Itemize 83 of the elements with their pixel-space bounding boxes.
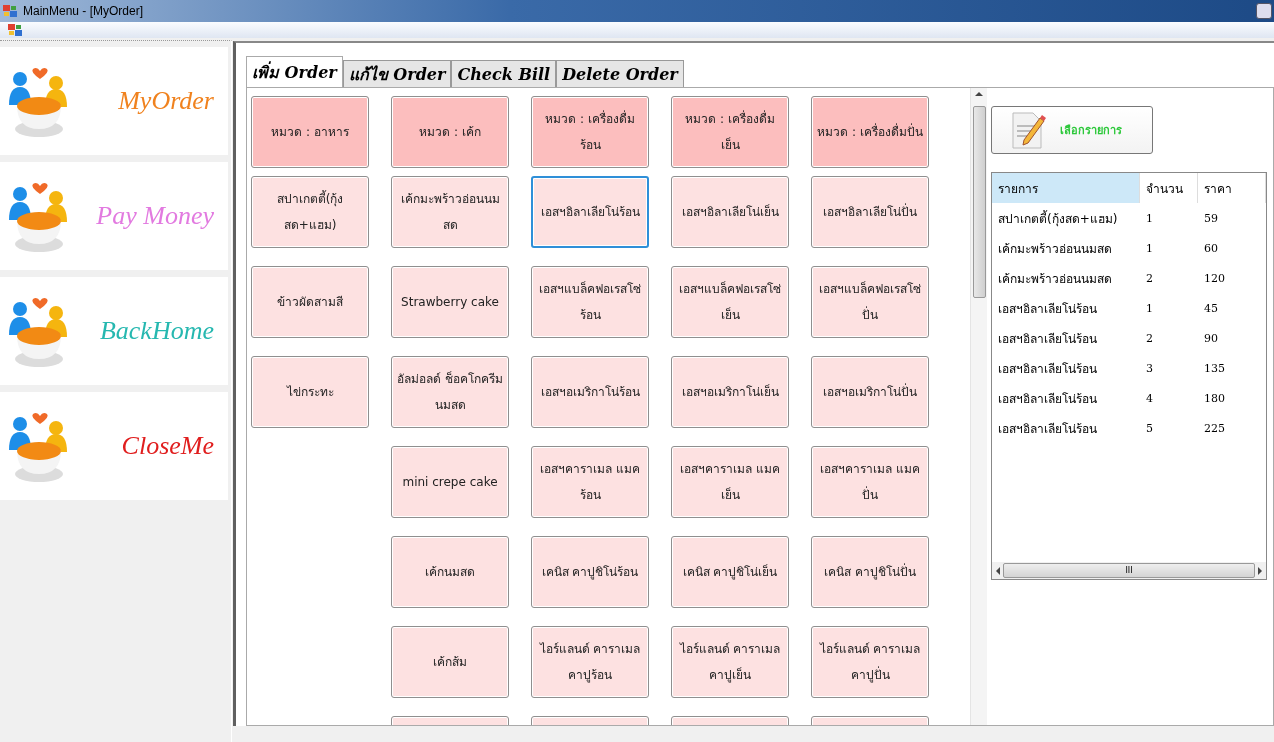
menu-item-button[interactable]: สปาเกตตี้(กุ้งสด+แฮม): [251, 176, 369, 248]
menu-item-button[interactable]: ไอร์แลนด์ คาราเมลคาปูเย็น: [671, 626, 789, 698]
menu-item-button[interactable]: เอสฯอิลาเลียโน่ร้อน: [531, 176, 649, 248]
menu-item-button[interactable]: เอสฯอเมริกาโน่เย็น: [671, 356, 789, 428]
menu-item-button[interactable]: เคนิส คาปูชิโน่เย็น: [671, 536, 789, 608]
tab[interactable]: เพิ่ม Order: [246, 56, 343, 87]
list-cell-text: 4: [1145, 391, 1154, 405]
menu-item-button[interactable]: เอสฯอิลาเลียโน่เย็น: [671, 176, 789, 248]
list-row[interactable]: เอสฯอิลาเลียโน่ร้อน 1 45: [992, 293, 1266, 323]
category-button[interactable]: หมวด : เค้ก: [391, 96, 509, 168]
scrollbar[interactable]: [970, 88, 987, 725]
menu-item-button[interactable]: ข้าวผัดสามสี: [251, 266, 369, 338]
list-cell-text: 180: [1203, 391, 1225, 405]
list-row[interactable]: เอสฯอิลาเลียโน่ร้อน 2 90: [992, 323, 1266, 353]
menu-item-button[interactable]: เคนิส คาปูชิโน่ร้อน: [531, 536, 649, 608]
list-cell-text: 120: [1203, 271, 1225, 285]
list-row[interactable]: เค้กมะพร้าวอ่อนนมสด 2 120: [992, 263, 1266, 293]
document-pencil-icon: [1010, 110, 1046, 150]
window-title: MainMenu - [MyOrder]: [23, 4, 144, 18]
nav-button[interactable]: CloseMe: [0, 392, 228, 500]
category-button[interactable]: หมวด : เครื่องดื่มร้อน: [531, 96, 649, 168]
menu-item-button[interactable]: ไอร์แลนด์ คาราเมลคาปูร้อน: [531, 626, 649, 698]
menu-item-button[interactable]: เค้กส้ม: [391, 626, 509, 698]
list-cell-text: 5: [1145, 421, 1154, 435]
category-button[interactable]: หมวด : เครื่องดื่มปั่น: [811, 96, 929, 168]
list-cell-text: เอสฯอิลาเลียโน่ร้อน: [997, 330, 1098, 348]
list-cell-text: 1: [1145, 301, 1154, 315]
list-cell-text: 59: [1203, 211, 1218, 225]
menu-item-button[interactable]: เอสฯอเมริกาโน่ร้อน: [531, 356, 649, 428]
list-row[interactable]: สปาเกตตี้(กุ้งสด+แฮม) 1 59: [992, 203, 1266, 233]
window-icon[interactable]: [8, 24, 22, 36]
list-cell-text: 2: [1145, 331, 1154, 345]
list-cell-text: 1: [1145, 211, 1154, 225]
list-row[interactable]: เอสฯอิลาเลียโน่ร้อน 5 225: [992, 413, 1266, 443]
list-cell-text: 225: [1203, 421, 1225, 435]
menu-item-button[interactable]: เอสฯอเมริกาโน่ปั่น: [811, 356, 929, 428]
column-header[interactable]: ราคา: [1198, 173, 1266, 203]
tab[interactable]: แก้ไข Order: [342, 60, 452, 87]
menu-item-button[interactable]: mini crepe cake: [391, 446, 509, 518]
list-cell-text: 1: [1145, 241, 1154, 255]
menu-item-button[interactable]: ไข่กระทะ: [251, 356, 369, 428]
column-header[interactable]: รายการ: [992, 173, 1140, 203]
menu-item-button[interactable]: เอสฯคาราเมล แมคร้อน: [531, 446, 649, 518]
list-cell-text: เอสฯอิลาเลียโน่ร้อน: [997, 420, 1098, 438]
menu-item-button[interactable]: เอสฯคาราเมล แมคปั่น: [811, 446, 929, 518]
menu-item-button[interactable]: เค้กมะพร้าวอ่อนนมสด: [391, 176, 509, 248]
category-button[interactable]: หมวด : อาหาร: [251, 96, 369, 168]
list-cell-text: เค้กมะพร้าวอ่อนนมสด: [997, 240, 1113, 258]
list-row[interactable]: เค้กมะพร้าวอ่อนนมสด 1 60: [992, 233, 1266, 263]
tab[interactable]: Delete Order: [556, 60, 684, 87]
menu-item-button[interactable]: Strawberry cake: [391, 266, 509, 338]
scroll-thumb[interactable]: III: [1003, 563, 1255, 578]
list-cell-text: 45: [1203, 301, 1218, 315]
scroll-thumb[interactable]: [973, 106, 986, 298]
list-cell-text: 90: [1203, 331, 1218, 345]
category-button[interactable]: หมวด : เครื่องดื่มเย็น: [671, 96, 789, 168]
list-cell-text: เอสฯอิลาเลียโน่ร้อน: [997, 360, 1098, 378]
column-header[interactable]: จำนวน: [1140, 173, 1198, 203]
scroll-right-icon[interactable]: [1258, 566, 1262, 575]
list-row[interactable]: เอสฯอิลาเลียโน่ร้อน 4 180: [992, 383, 1266, 413]
list-cell-text: 135: [1203, 361, 1225, 375]
window-control-button[interactable]: [1256, 3, 1272, 19]
list-cell-text: สปาเกตตี้(กุ้งสด+แฮม): [997, 209, 1119, 228]
tab[interactable]: Check Bill: [451, 60, 557, 87]
list-cell-text: 60: [1203, 241, 1218, 255]
menu-item-button[interactable]: ไอร์แลนด์ คาราเมลคาปูปั่น: [811, 626, 929, 698]
list-cell-text: เอสฯอิลาเลียโน่ร้อน: [997, 390, 1098, 408]
menu-item-button[interactable]: เอสฯอิลาเลียโน่ปั่น: [811, 176, 929, 248]
menu-item-button[interactable]: เค้กนมสด: [391, 536, 509, 608]
list-cell-text: เค้กมะพร้าวอ่อนนมสด: [997, 270, 1113, 288]
list-cell-text: 2: [1145, 271, 1154, 285]
scrollbar[interactable]: III: [992, 562, 1266, 579]
menu-item-button[interactable]: เอสฯแบล็คฟอเรสโซ่ปั่น: [811, 266, 929, 338]
list-cell-text: 3: [1145, 361, 1154, 375]
list-row[interactable]: เอสฯอิลาเลียโน่ร้อน 3 135: [992, 353, 1266, 383]
menu-item-button[interactable]: อัลม่อลด์ ช็อคโกครีมนมสด: [391, 356, 509, 428]
menu-item-button[interactable]: เอสฯแบล็คฟอเรสโซ่เย็น: [671, 266, 789, 338]
scroll-up-icon[interactable]: [975, 92, 983, 96]
window-icon: [3, 5, 17, 17]
menu-item-button[interactable]: เคนิส คาปูชิโน่ปั่น: [811, 536, 929, 608]
menu-item-button[interactable]: เอสฯคาราเมล แมคเย็น: [671, 446, 789, 518]
list-cell-text: เอสฯอิลาเลียโน่ร้อน: [997, 300, 1098, 318]
menu-item-button[interactable]: เอสฯแบล็คฟอเรสโซ่ร้อน: [531, 266, 649, 338]
